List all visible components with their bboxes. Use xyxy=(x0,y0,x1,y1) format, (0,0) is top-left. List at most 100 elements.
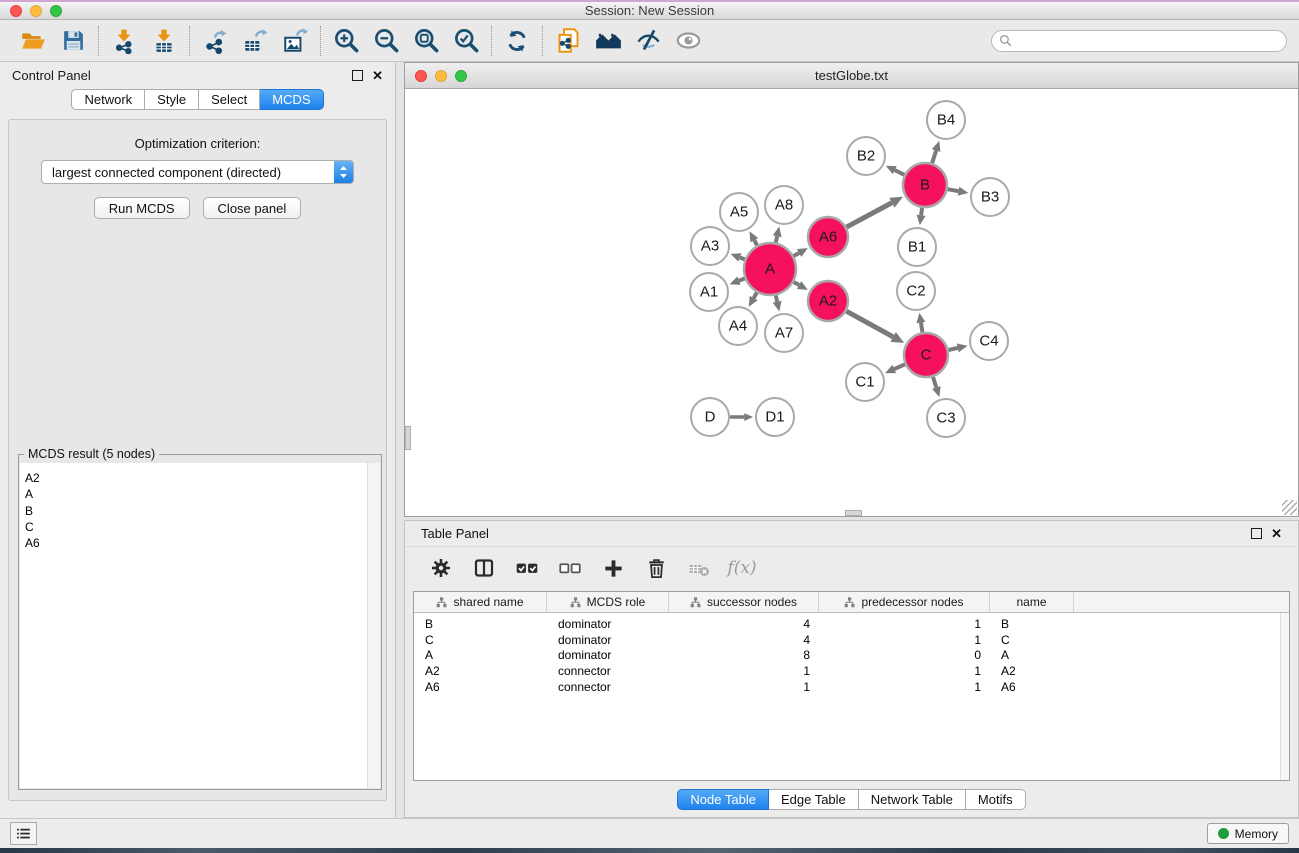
delete-column-button[interactable] xyxy=(642,555,670,581)
tab-style[interactable]: Style xyxy=(145,89,199,110)
export-image-button[interactable] xyxy=(281,27,309,55)
canvas-vertical-scrollbar[interactable] xyxy=(405,426,411,450)
minimize-window-button[interactable] xyxy=(30,5,42,17)
open-session-button[interactable] xyxy=(19,27,47,55)
add-column-button[interactable] xyxy=(599,555,627,581)
trash-icon xyxy=(645,557,668,580)
table-toolbar: f(x) xyxy=(405,546,1298,589)
search-field[interactable] xyxy=(991,30,1287,52)
minimize-network-button[interactable] xyxy=(435,70,447,82)
memory-button[interactable]: Memory xyxy=(1207,823,1289,844)
unchecked-boxes-icon xyxy=(557,555,583,581)
hide-graphics-button[interactable] xyxy=(634,27,662,55)
show-graphics-button[interactable] xyxy=(674,27,702,55)
zoom-in-button[interactable] xyxy=(332,27,360,55)
refresh-button[interactable] xyxy=(503,27,531,55)
edge-B-B1 xyxy=(921,208,922,215)
table-row[interactable]: Bdominator41B xyxy=(414,616,1289,632)
table-row[interactable]: Adominator80A xyxy=(414,648,1289,664)
mcds-result-item[interactable]: A xyxy=(25,486,367,502)
float-panel-icon[interactable] xyxy=(352,70,363,81)
import-table-button[interactable] xyxy=(150,27,178,55)
tab-node-table[interactable]: Node Table xyxy=(677,789,769,810)
zoom-fit-icon xyxy=(413,27,440,54)
table-settings-button[interactable] xyxy=(427,555,455,581)
table-panel: Table Panel ✕ xyxy=(404,520,1299,818)
column-header-mcds-role[interactable]: MCDS role xyxy=(547,592,669,612)
arrowhead-C-C2 xyxy=(916,313,925,324)
zoom-fit-button[interactable] xyxy=(412,27,440,55)
clone-network-button[interactable] xyxy=(554,27,582,55)
table-row[interactable]: Cdominator41C xyxy=(414,632,1289,648)
criterion-dropdown[interactable]: largest connected component (directed) xyxy=(41,160,354,184)
export-network-icon xyxy=(202,28,228,54)
task-history-button[interactable] xyxy=(10,822,37,845)
node-label-B: B xyxy=(920,177,930,194)
node-label-B4: B4 xyxy=(937,112,955,129)
float-table-panel-icon[interactable] xyxy=(1251,528,1262,539)
close-panel-icon[interactable]: ✕ xyxy=(372,70,383,81)
edge-A2-C xyxy=(846,311,893,337)
tab-select[interactable]: Select xyxy=(199,89,260,110)
search-icon xyxy=(999,34,1012,47)
zoom-selected-button[interactable] xyxy=(452,27,480,55)
run-mcds-button[interactable]: Run MCDS xyxy=(94,197,190,219)
tab-edge-table[interactable]: Edge Table xyxy=(769,789,859,810)
mcds-result-item[interactable]: A2 xyxy=(25,470,367,486)
node-label-A4: A4 xyxy=(729,318,747,335)
table-scrollbar[interactable] xyxy=(1280,613,1289,780)
home-icon xyxy=(595,27,622,54)
tab-mcds[interactable]: MCDS xyxy=(260,89,323,110)
show-column-button[interactable] xyxy=(470,555,498,581)
control-panel-title: Control Panel xyxy=(12,68,91,83)
edge-A-A1 xyxy=(739,279,745,281)
search-input[interactable] xyxy=(1016,34,1279,48)
list-icon xyxy=(14,824,33,843)
dropdown-stepper-icon xyxy=(334,161,353,183)
table-cell: 8 xyxy=(669,648,819,662)
zoom-out-button[interactable] xyxy=(372,27,400,55)
select-all-button[interactable] xyxy=(513,555,541,581)
export-network-button[interactable] xyxy=(201,27,229,55)
tab-network[interactable]: Network xyxy=(71,89,145,110)
control-panel-tabs: NetworkStyleSelectMCDS xyxy=(0,89,395,110)
network-canvas[interactable]: AA1A2A3A4A5A6A7A8BB1B2B3B4CC1C2C3C4DD1 xyxy=(405,89,1298,516)
table-row[interactable]: A2connector11A2 xyxy=(414,663,1289,679)
arrowhead-A-A3 xyxy=(731,253,742,261)
panel-splitter[interactable] xyxy=(396,62,404,818)
edge-C-C3 xyxy=(933,377,936,388)
table-cell: 4 xyxy=(669,617,819,631)
close-table-panel-icon[interactable]: ✕ xyxy=(1271,528,1282,539)
node-table: shared nameMCDS rolesuccessor nodesprede… xyxy=(413,591,1290,781)
mcds-result-item[interactable]: C xyxy=(25,519,367,535)
edge-B-B2 xyxy=(895,170,905,175)
column-header-shared-name[interactable]: shared name xyxy=(414,592,547,612)
tab-network-table[interactable]: Network Table xyxy=(859,789,966,810)
table-row[interactable]: A6connector11A6 xyxy=(414,679,1289,695)
clone-network-icon xyxy=(555,27,582,54)
zoom-selected-icon xyxy=(453,27,480,54)
node-label-A: A xyxy=(765,261,775,278)
node-label-C2: C2 xyxy=(906,283,925,300)
zoom-window-button[interactable] xyxy=(50,5,62,17)
resize-grip[interactable] xyxy=(1282,500,1297,515)
close-network-button[interactable] xyxy=(415,70,427,82)
close-panel-button[interactable]: Close panel xyxy=(203,197,302,219)
arrowhead-A-A8 xyxy=(773,226,782,237)
tab-motifs[interactable]: Motifs xyxy=(966,789,1026,810)
result-scrollbar[interactable] xyxy=(367,463,380,788)
save-session-button[interactable] xyxy=(59,27,87,55)
canvas-horizontal-scrollbar[interactable] xyxy=(845,510,862,516)
deselect-all-button[interactable] xyxy=(556,555,584,581)
zoom-network-button[interactable] xyxy=(455,70,467,82)
mcds-result-item[interactable]: A6 xyxy=(25,535,367,551)
column-header-successor-nodes[interactable]: successor nodes xyxy=(669,592,819,612)
column-header-predecessor-nodes[interactable]: predecessor nodes xyxy=(819,592,990,612)
table-panel-title: Table Panel xyxy=(421,526,489,541)
export-table-button[interactable] xyxy=(241,27,269,55)
column-header-name[interactable]: name xyxy=(990,592,1074,612)
close-window-button[interactable] xyxy=(10,5,22,17)
home-button[interactable] xyxy=(594,27,622,55)
import-network-button[interactable] xyxy=(110,27,138,55)
mcds-result-item[interactable]: B xyxy=(25,503,367,519)
